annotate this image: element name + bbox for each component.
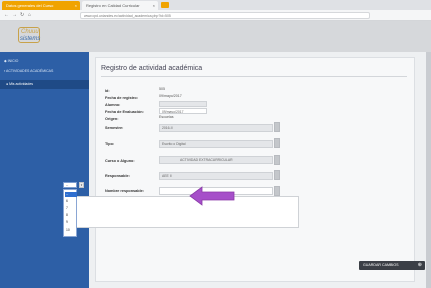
fecha-evaluacion-label: Fecha de Evaluación:: [105, 110, 144, 114]
forward-icon[interactable]: →: [12, 12, 17, 18]
dropdown-option[interactable]: 9: [65, 220, 77, 225]
logo-text-top: Chuuu: [21, 29, 39, 35]
dropdown-option[interactable]: 6: [65, 199, 77, 204]
dropdown-option[interactable]: 7: [65, 206, 77, 211]
close-tab-icon[interactable]: ×: [153, 3, 155, 8]
evaluacion-textarea[interactable]: [63, 196, 299, 228]
curso-select[interactable]: ACTIVIDAD EXTRACURRICULAR: [159, 156, 273, 164]
form-card: Registro de actividad académica Id: 505 …: [95, 57, 415, 282]
chevron-down-icon[interactable]: [274, 186, 280, 196]
save-icon: ⊕: [417, 262, 422, 268]
sidebar: ◆ INICIO ▪ ACTIVIDADES ACADÉMICAS ● Mis …: [0, 52, 89, 288]
id-value: 505: [159, 87, 165, 91]
url-field[interactable]: www.cpd.uniandes.ec/actividad_academica.…: [80, 12, 370, 19]
semestre-label: Semestre:: [105, 126, 124, 130]
chevron-down-icon[interactable]: [274, 138, 280, 148]
site-logo[interactable]: Chuuu sistems: [18, 27, 40, 43]
origen-label: Origen:: [105, 117, 119, 121]
fecha-registro-label: Fecha de registro:: [105, 96, 138, 100]
chevron-down-icon[interactable]: [274, 155, 280, 165]
close-tab-icon[interactable]: ×: [75, 3, 77, 8]
page-title: Registro de actividad académica: [101, 65, 203, 72]
origen-value: Escuelas: [159, 115, 174, 119]
dropdown-option[interactable]: 8: [65, 213, 77, 218]
back-icon[interactable]: ←: [4, 12, 9, 18]
calificacion-select[interactable]: --: [63, 182, 77, 188]
tab-label: Registro en Calidad Curricular: [86, 3, 140, 8]
curso-label: Curso o Alguno:: [105, 159, 135, 163]
nombre-responsable-label: Nombre responsable:: [105, 189, 145, 193]
site-header: Chuuu sistems: [0, 21, 431, 52]
logo-text-bottom: sistems: [20, 36, 41, 42]
new-tab-button[interactable]: [161, 2, 169, 8]
sidebar-item-mis-actividades[interactable]: ● Mis actividades: [0, 80, 89, 89]
id-label: Id:: [105, 89, 110, 93]
dropdown-option[interactable]: --: [65, 192, 77, 197]
sidebar-item-inicio[interactable]: ◆ INICIO: [4, 59, 18, 63]
alumno-field: [159, 101, 207, 107]
chevron-down-icon[interactable]: [274, 122, 280, 132]
browser-tab-bar: Datos generales del Curso × Registro en …: [0, 0, 431, 10]
sidebar-item-actividades[interactable]: ▪ ACTIVIDADES ACADÉMICAS: [4, 69, 53, 73]
browser-tab-2[interactable]: Registro en Calidad Curricular ×: [82, 1, 158, 10]
semestre-select[interactable]: 2016-II: [159, 124, 273, 132]
title-divider: [101, 76, 407, 77]
tipo-label: Tipo:: [105, 142, 115, 146]
main-panel: Registro de actividad académica Id: 505 …: [89, 52, 426, 288]
home-icon[interactable]: ⌂: [28, 12, 31, 18]
save-button[interactable]: GUARDAR CAMBIOS ⊕: [359, 261, 425, 270]
browser-tab-1[interactable]: Datos generales del Curso ×: [2, 1, 80, 10]
reload-icon[interactable]: ↻: [20, 12, 24, 18]
tipo-select[interactable]: Escrito o Digital: [159, 140, 273, 148]
responsable-label: Responsable:: [105, 174, 130, 178]
calificacion-dropdown: -- 6 7 8 9 10: [63, 189, 77, 237]
fecha-evaluacion-field[interactable]: 09/mayo/2017: [159, 108, 207, 114]
tab-label: Datos generales del Curso: [6, 3, 54, 8]
annotation-arrow-icon: [189, 186, 235, 206]
chevron-down-icon[interactable]: [274, 170, 280, 180]
fecha-registro-value: 09/mayo/2017: [159, 94, 182, 98]
chevron-down-icon[interactable]: ▾: [79, 182, 84, 188]
alumno-label: Alumno:: [105, 103, 121, 107]
responsable-select[interactable]: AEE II: [159, 172, 273, 180]
address-bar: ← → ↻ ⌂ www.cpd.uniandes.ec/actividad_ac…: [0, 10, 431, 21]
dropdown-option[interactable]: 10: [65, 228, 77, 233]
